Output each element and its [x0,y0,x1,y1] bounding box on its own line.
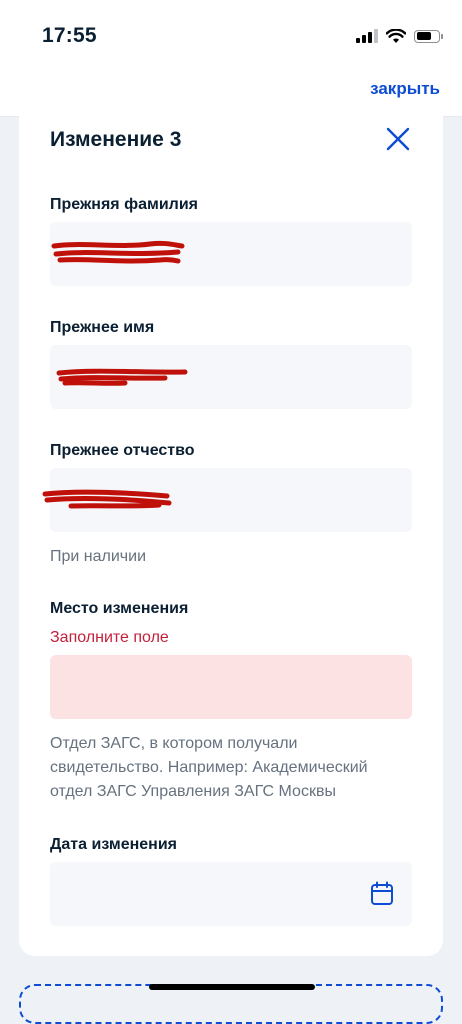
change-place-field[interactable] [50,655,412,719]
prev-surname-label: Прежняя фамилия [50,196,198,213]
change-place-label: Место изменения [50,600,189,617]
change-date-label: Дата изменения [50,836,177,853]
prev-name-wrap [19,345,443,409]
change-card: Изменение 3 Прежняя фамилия Прежнее имя … [19,116,443,956]
change-place-hint: Отдел ЗАГС, в котором получали свидетель… [50,735,368,800]
wifi-icon [386,28,406,43]
close-icon[interactable] [385,126,411,152]
home-indicator [149,984,315,990]
change-date-field[interactable] [50,862,412,926]
prev-patronymic-hint: При наличии [50,548,146,565]
prev-name-label: Прежнее имя [50,319,155,336]
prev-patronymic-wrap [19,468,443,532]
top-bar: закрыть [0,66,462,117]
change-place-error: Заполните поле [50,629,169,646]
close-link[interactable]: закрыть [370,79,440,99]
prev-patronymic-label: Прежнее отчество [50,442,195,459]
prev-surname-field[interactable] [50,222,412,286]
cellular-signal-icon [356,29,378,43]
status-bar: 17:55 [0,0,462,66]
prev-name-field[interactable] [50,345,412,409]
prev-patronymic-field[interactable] [50,468,412,532]
add-change-card[interactable] [19,984,443,1024]
status-icons [356,26,443,46]
calendar-icon[interactable] [370,881,394,907]
change-date-wrap [50,862,412,926]
prev-surname-wrap [19,222,443,286]
status-time: 17:55 [42,24,97,47]
battery-icon [414,29,443,43]
card-title: Изменение 3 [50,128,182,151]
